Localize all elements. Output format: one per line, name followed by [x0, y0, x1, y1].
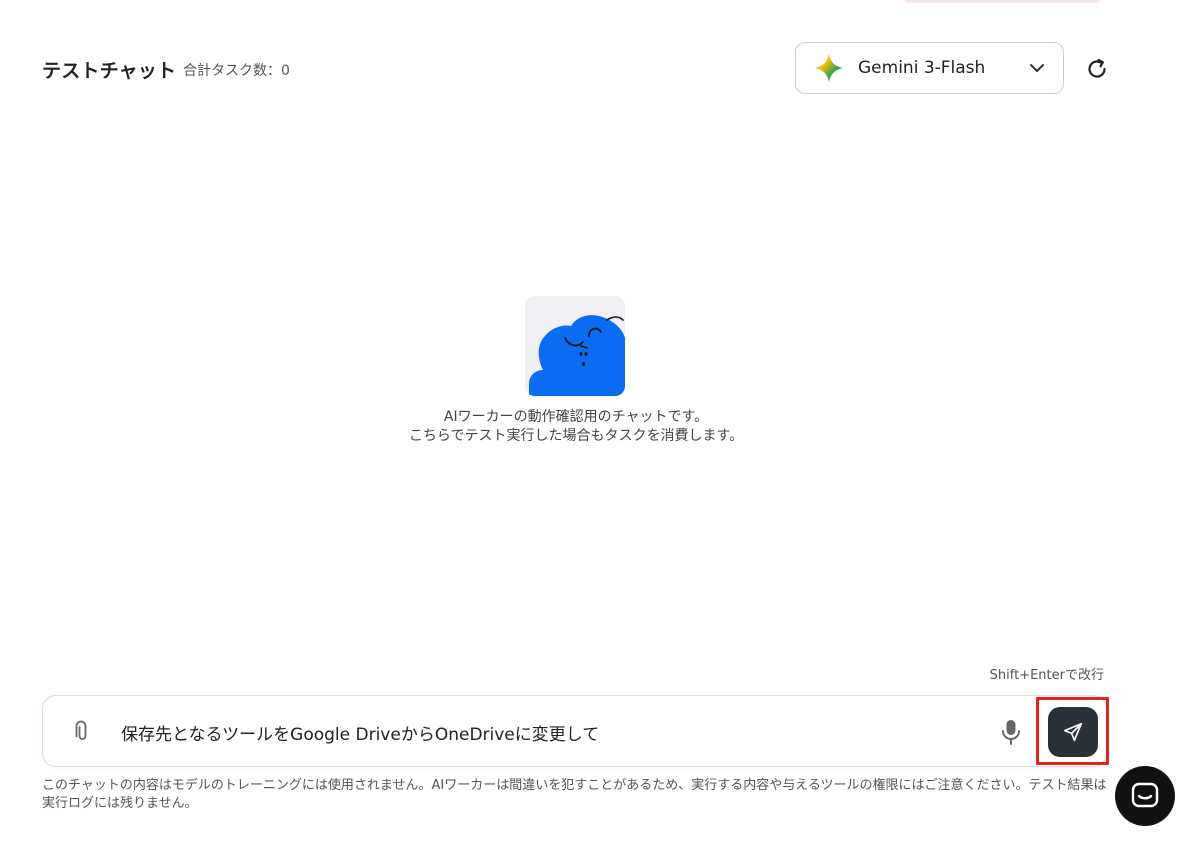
chat-bubble-icon [1131, 782, 1159, 808]
model-selector[interactable]: Gemini 3-Flash [795, 42, 1064, 94]
intro-line-1: AIワーカーの動作確認用のチャットです。 [443, 409, 709, 425]
send-button[interactable] [1048, 707, 1098, 757]
intro-line-2: こちらでテスト実行した場合もタスクを消費します。 [408, 428, 744, 444]
message-composer [42, 695, 1107, 767]
intro-text: AIワーカーの動作確認用のチャットです。 こちらでテスト実行した場合もタスクを消… [346, 408, 806, 446]
newline-hint: Shift+Enterで改行 [989, 668, 1104, 683]
message-input[interactable] [121, 716, 981, 748]
test-chat-page: テストチャット 合計タスク数：0 Gemini 3-Flash AIワーカーの動… [0, 0, 1192, 842]
chevron-down-icon [1030, 64, 1044, 72]
support-chat-launcher[interactable] [1115, 766, 1175, 826]
cloud-mascot-illustration [525, 296, 625, 396]
task-count: 合計タスク数：0 [183, 63, 290, 79]
selected-model-label: Gemini 3-Flash [858, 58, 986, 78]
mascot-image [525, 296, 625, 396]
disclaimer-text: このチャットの内容はモデルのトレーニングには使用されません。AIワーカーは間違い… [42, 778, 1107, 811]
microphone-icon[interactable] [999, 718, 1023, 746]
top-accent-bar [905, 0, 1100, 3]
refresh-button[interactable] [1082, 54, 1112, 84]
page-title: テストチャット [42, 60, 177, 82]
send-icon [1063, 722, 1083, 742]
refresh-icon [1088, 58, 1106, 78]
gemini-sparkle-icon [815, 54, 843, 82]
paperclip-icon[interactable] [69, 720, 93, 744]
